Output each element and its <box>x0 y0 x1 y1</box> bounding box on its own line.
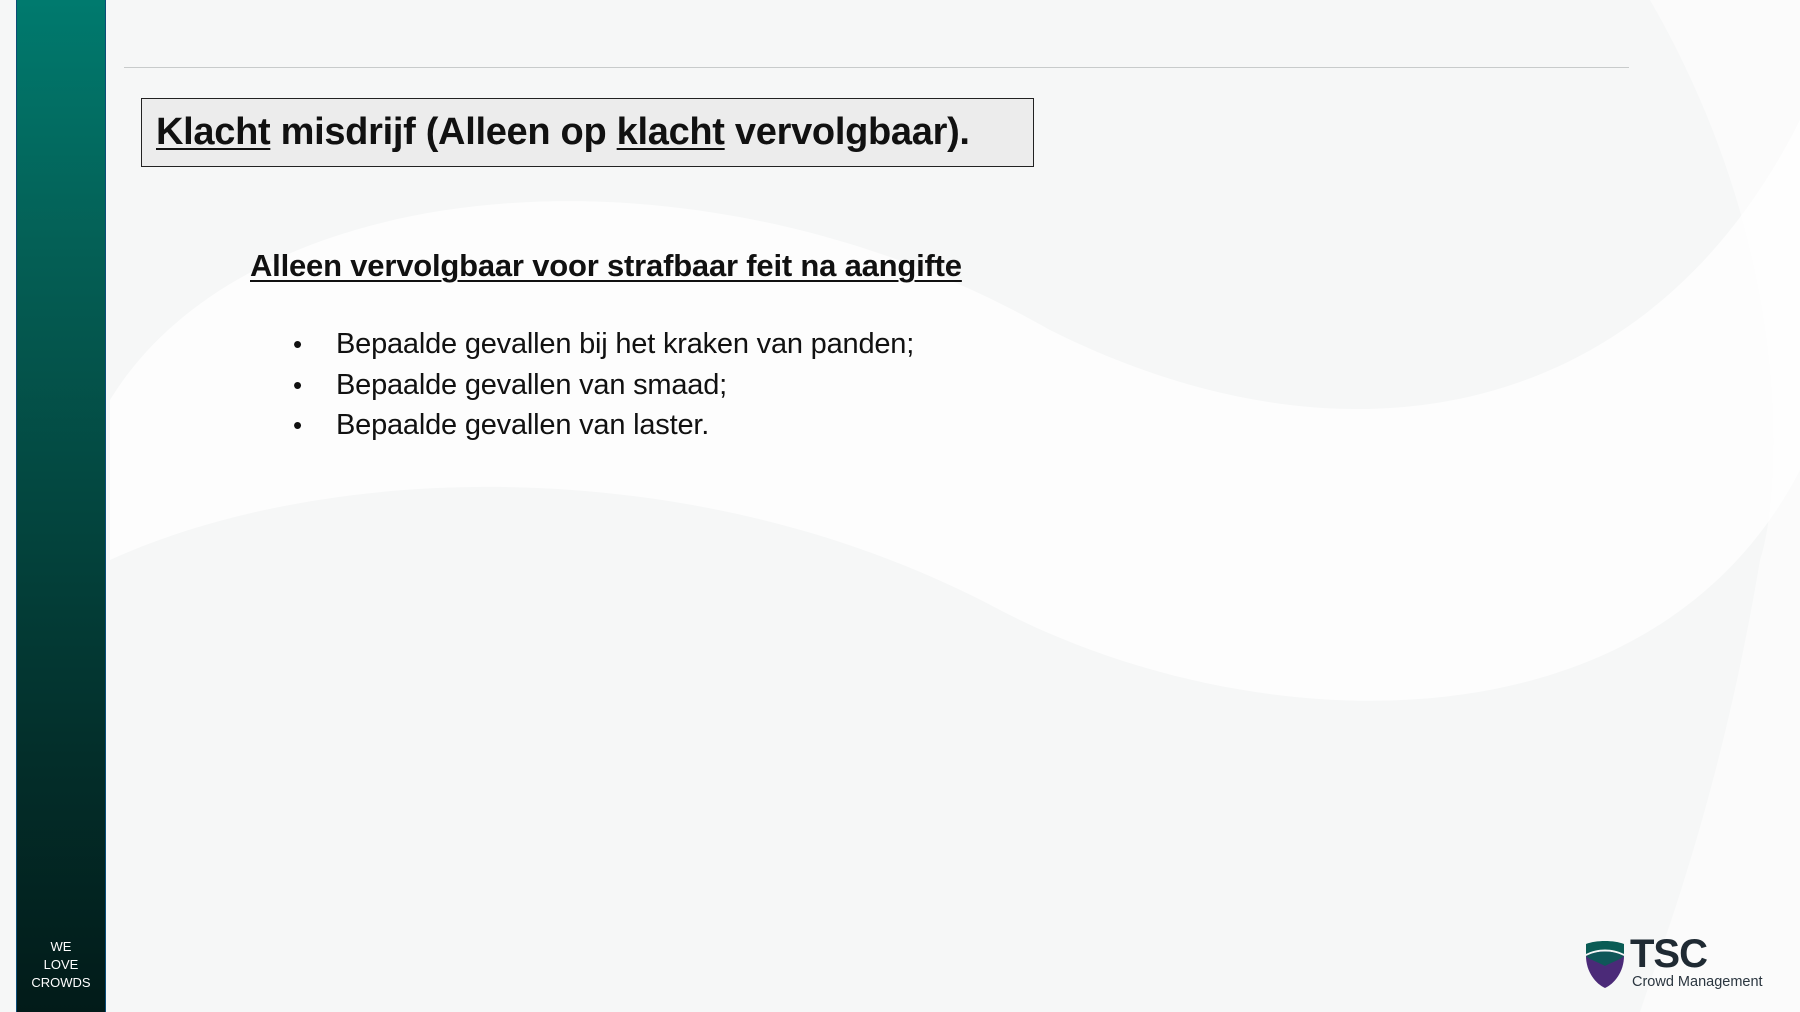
bullet-icon: • <box>293 410 302 440</box>
tagline: WE LOVE CROWDS <box>16 938 106 992</box>
slide: WE LOVE CROWDS Klacht misdrijf (Alleen o… <box>0 0 1800 1012</box>
header-divider <box>124 67 1629 68</box>
slide-title: Klacht misdrijf (Alleen op klacht vervol… <box>156 111 970 154</box>
subheading: Alleen vervolgbaar voor strafbaar feit n… <box>250 248 962 283</box>
list-item-text: Bepaalde gevallen van smaad; <box>336 368 728 401</box>
logo-name: TSC <box>1630 932 1708 976</box>
list-item: • Bepaalde gevallen van smaad; <box>290 365 914 406</box>
title-part-1: Klacht <box>156 111 271 153</box>
tagline-line-3: CROWDS <box>31 975 91 990</box>
title-part-2: misdrijf (Alleen op <box>270 111 617 153</box>
list-item-text: Bepaalde gevallen bij het kraken van pan… <box>336 328 915 360</box>
bullet-icon: • <box>293 329 302 359</box>
tsc-logo: TSC Crowd Management <box>1582 932 1772 994</box>
list-item: • Bepaalde gevallen bij het kraken van p… <box>290 324 914 365</box>
title-part-3: klacht <box>616 111 725 153</box>
bullet-list: • Bepaalde gevallen bij het kraken van p… <box>290 324 914 446</box>
list-item: • Bepaalde gevallen van laster. <box>290 405 914 446</box>
list-item-text: Bepaalde gevallen van laster. <box>336 409 710 441</box>
shield-icon <box>1586 941 1624 988</box>
title-box: Klacht misdrijf (Alleen op klacht vervol… <box>141 98 1034 167</box>
sidebar-band <box>16 0 106 1012</box>
logo-subtitle: Crowd Management <box>1632 974 1763 990</box>
tagline-line-2: LOVE <box>43 957 79 972</box>
bullet-icon: • <box>293 369 302 400</box>
tagline-line-1: WE <box>50 939 72 954</box>
title-part-4: vervolgbaar). <box>724 111 970 153</box>
